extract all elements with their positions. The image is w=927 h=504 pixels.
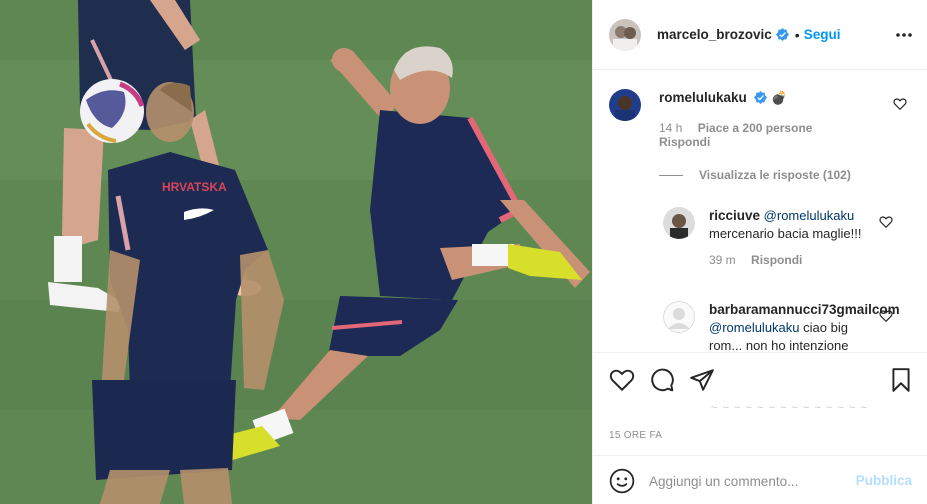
post-actions <box>593 352 927 404</box>
like-comment-heart-icon[interactable] <box>879 309 893 323</box>
comment-text: mercenario bacia maglie!!! <box>709 226 862 241</box>
add-comment-bar: Pubblica <box>593 455 927 504</box>
jersey-text: HRVATSKA <box>162 180 227 194</box>
comment-likes[interactable]: Piace a 200 persone <box>698 121 813 135</box>
share-icon[interactable] <box>689 367 715 393</box>
comment-input[interactable] <box>649 469 849 493</box>
comments-list[interactable]: romelulukaku 💣 14 h Piace a 200 persone … <box>593 71 927 352</box>
commenter-avatar[interactable] <box>663 207 695 239</box>
comment-username[interactable]: barbaramannucci73gmailcom <box>709 301 900 319</box>
comment-username[interactable]: romelulukaku <box>659 90 747 105</box>
reply-button[interactable]: Rispondi <box>751 253 802 267</box>
comment-time: 14 h <box>659 121 683 135</box>
comment-mention[interactable]: @romelulukaku <box>764 208 855 223</box>
post-side-panel: marcelo_brozovic • Segui romelulukaku 💣 … <box>592 0 927 504</box>
comment-mention[interactable]: @romelulukaku <box>709 320 800 335</box>
emoji-icon[interactable] <box>609 468 635 494</box>
post-header: marcelo_brozovic • Segui <box>593 0 927 70</box>
comment-time: 39 m <box>709 253 736 267</box>
divider-line <box>659 174 683 176</box>
comment-username[interactable]: ricciuve <box>709 208 760 223</box>
commenter-avatar[interactable] <box>663 301 695 333</box>
more-options-icon[interactable] <box>894 26 914 44</box>
reply-button[interactable]: Rispondi <box>659 135 874 149</box>
author-avatar[interactable] <box>609 18 641 51</box>
comment-icon[interactable] <box>649 367 675 393</box>
comment-meta: 39 m Rispondi <box>709 253 869 267</box>
faint-text: ~ ~ ~ ~ ~ ~ ~ ~ ~ ~ ~ ~ ~ ~ <box>711 402 868 414</box>
view-replies-button[interactable]: Visualizza le risposte (102) <box>659 168 851 182</box>
football-training-image: HRVATSKA <box>0 0 592 504</box>
post-timestamp: 15 ORE FA <box>609 430 663 441</box>
follow-button[interactable]: Segui <box>804 27 841 42</box>
header-separator: • <box>794 26 800 43</box>
bomb-emoji: 💣 <box>771 90 788 105</box>
like-heart-icon[interactable] <box>609 367 635 393</box>
view-replies-label: Visualizza le risposte (102) <box>699 168 851 182</box>
author-username[interactable]: marcelo_brozovic <box>657 27 772 42</box>
like-comment-heart-icon[interactable] <box>879 215 893 229</box>
like-comment-heart-icon[interactable] <box>893 97 907 111</box>
bookmark-icon[interactable] <box>888 367 914 393</box>
publish-button[interactable]: Pubblica <box>856 473 912 488</box>
verified-icon <box>754 91 768 104</box>
commenter-avatar[interactable] <box>609 89 641 121</box>
comment-meta: 14 h Piace a 200 persone Rispondi <box>659 121 874 149</box>
post-photo[interactable]: HRVATSKA <box>0 0 592 504</box>
verified-icon <box>775 28 789 41</box>
